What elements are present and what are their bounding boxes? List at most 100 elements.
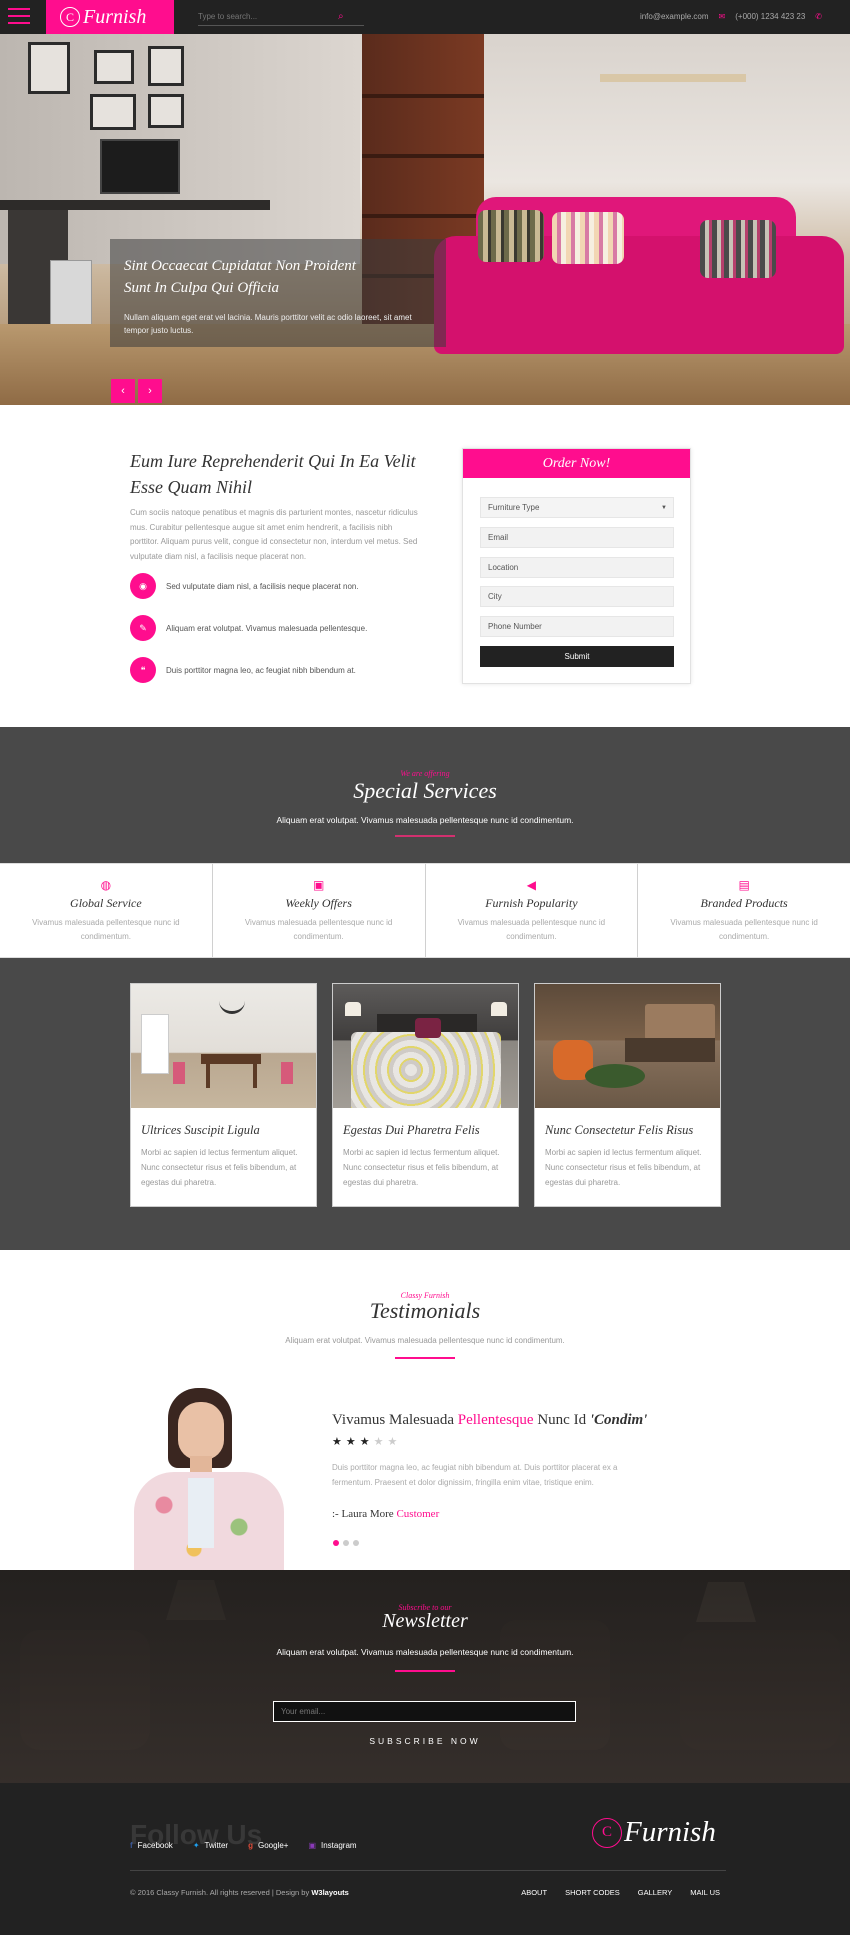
hero-monitor <box>100 139 180 194</box>
star-icon: ★ <box>387 1436 402 1448</box>
phone-icon: ✆ <box>815 12 822 21</box>
footer-nav-gallery[interactable]: GALLERY <box>638 1888 672 1897</box>
footer-logo[interactable]: C Furnish <box>592 1816 716 1849</box>
city-field[interactable]: City <box>480 586 674 607</box>
logo-text: Furnish <box>624 1816 716 1848</box>
designer-link[interactable]: W3layouts <box>311 1888 349 1897</box>
copyright: © 2016 Classy Furnish. All rights reserv… <box>130 1888 349 1897</box>
pencil-icon: ✎ <box>130 615 156 641</box>
divider <box>395 835 455 837</box>
footer-divider <box>130 1870 726 1871</box>
googleplus-icon: g <box>248 1841 253 1850</box>
submit-button[interactable]: Submit <box>480 646 674 667</box>
social-link-twitter[interactable]: ✦ Twitter <box>193 1841 228 1850</box>
social-links: f Facebook ✦ Twitter g Google+ ▣ Instagram <box>130 1841 357 1850</box>
star-icon: ★ <box>345 1436 360 1448</box>
social-link-googleplus[interactable]: g Google+ <box>248 1841 288 1850</box>
header-email[interactable]: info@example.com <box>640 12 709 21</box>
footer-nav-short-codes[interactable]: SHORT CODES <box>565 1888 620 1897</box>
wall-frame <box>148 94 184 128</box>
star-icon: ★ <box>359 1436 374 1448</box>
newsletter-email-input[interactable] <box>273 1701 576 1722</box>
megaphone-icon: ◀ <box>526 878 536 892</box>
twitter-icon: ✦ <box>192 1841 200 1850</box>
wall-frame <box>148 46 184 86</box>
rating-stars: ★★★★★ <box>332 1435 401 1448</box>
hero-text: Nullam aliquam eget erat vel lacinia. Ma… <box>124 313 412 335</box>
gallery-card[interactable]: Ultrices Suscipit Ligula Morbi ac sapien… <box>130 983 317 1207</box>
email-field[interactable]: Email <box>480 527 674 548</box>
furniture-type-select[interactable]: Furniture Type ▼ <box>480 497 674 518</box>
subscribe-button[interactable]: SUBSCRIBE NOW <box>0 1736 850 1746</box>
footer-nav-about[interactable]: ABOUT <box>521 1888 547 1897</box>
pager-dot[interactable] <box>353 1540 359 1546</box>
service-item: ▤ Branded Products Vivamus malesuada pel… <box>638 864 850 957</box>
order-title: Order Now! <box>463 449 690 478</box>
divider <box>395 1357 455 1359</box>
about-heading: Eum Iure Reprehenderit Qui In Ea Velit Es… <box>130 451 416 497</box>
wall-frame <box>28 42 70 94</box>
about-paragraph: Cum sociis natoque penatibus et magnis d… <box>130 508 418 561</box>
newsletter-title: Newsletter <box>382 1610 468 1632</box>
gift-icon: ▣ <box>312 878 325 892</box>
services-subtitle: Aliquam erat volutpat. Vivamus malesuada… <box>276 815 574 825</box>
testimonial-author: :- Laura More Customer <box>332 1508 440 1520</box>
testimonial-quote: Vivamus Malesuada Pellentesque Nunc Id '… <box>332 1412 648 1428</box>
chat-icon: ❝ <box>130 657 156 683</box>
phone-field[interactable]: Phone Number <box>480 616 674 637</box>
site-logo[interactable]: C Furnish <box>46 0 174 34</box>
slider-prev-button[interactable]: ‹ <box>111 379 135 403</box>
logo-text: Furnish <box>83 5 147 28</box>
lounge-image <box>535 984 720 1108</box>
search-icon[interactable]: ⌕ <box>338 11 344 22</box>
instagram-icon: ▣ <box>308 1841 316 1850</box>
customer-photo <box>130 1382 290 1570</box>
feature-item: ❝ Duis porttitor magna leo, ac feugiat n… <box>130 657 430 683</box>
mail-icon: ✉ <box>718 12 726 21</box>
wall-frame <box>94 50 134 84</box>
services-title: Special Services <box>353 778 497 803</box>
star-icon: ★ <box>332 1436 346 1448</box>
chevron-down-icon: ▼ <box>661 504 667 511</box>
facebook-icon: f <box>130 1841 133 1850</box>
service-item: ◍ Global Service Vivamus malesuada pelle… <box>0 864 213 957</box>
hero-arrows: ‹ › <box>111 379 162 403</box>
services-section: We are offering Special Services Aliquam… <box>0 727 850 863</box>
order-form: Order Now! Furniture Type ▼ Email Locatio… <box>462 448 691 684</box>
search-bar: ⌕ <box>198 8 364 26</box>
footer: Follow Us f Facebook ✦ Twitter g Google+ ▣ I… <box>0 1783 850 1935</box>
social-link-instagram[interactable]: ▣ Instagram <box>308 1841 356 1850</box>
globe-icon: ◍ <box>100 878 112 892</box>
pager-dot[interactable] <box>343 1540 349 1546</box>
top-bar: C Furnish ⌕ info@example.com ✉ (+000) 12… <box>0 0 850 34</box>
bedroom-image <box>333 984 518 1108</box>
hero-slider: Sint Occaecat Cupidatat Non Proident Sunt… <box>0 34 850 405</box>
testimonials-subtitle: Aliquam erat volutpat. Vivamus malesuada… <box>285 1336 565 1345</box>
search-input[interactable] <box>198 12 338 21</box>
header-phone[interactable]: (+000) 1234 423 23 <box>735 12 805 21</box>
testimonials-title: Testimonials <box>369 1298 481 1323</box>
testimonial-pager <box>333 1540 359 1546</box>
gallery-card[interactable]: Egestas Dui Pharetra Felis Morbi ac sapi… <box>332 983 519 1207</box>
service-item: ▣ Weekly Offers Vivamus malesuada pellen… <box>212 864 426 957</box>
feature-item: ✎ Aliquam erat volutpat. Vivamus malesua… <box>130 615 430 641</box>
hero-title: Sint Occaecat Cupidatat Non Proident Sunt… <box>124 258 356 296</box>
logo-mark: C <box>592 1817 622 1848</box>
slider-next-button[interactable]: › <box>138 379 162 403</box>
social-link-facebook[interactable]: f Facebook <box>130 1841 173 1850</box>
star-icon: ★ <box>373 1436 388 1448</box>
location-field[interactable]: Location <box>480 557 674 578</box>
testimonial-body: Duis porttitor magna leo, ac feugiat nib… <box>332 1463 618 1487</box>
newsletter-subtitle: Aliquam erat volutpat. Vivamus malesuada… <box>276 1647 574 1657</box>
header-contact: info@example.com ✉ (+000) 1234 423 23 ✆ <box>640 12 822 21</box>
dining-room-image <box>131 984 316 1108</box>
footer-nav: ABOUT SHORT CODES GALLERY MAIL US <box>521 1888 720 1897</box>
eye-icon: ◉ <box>130 573 156 599</box>
footer-nav-mail-us[interactable]: MAIL US <box>690 1888 720 1897</box>
gallery-card[interactable]: Nunc Consectetur Felis Risus Morbi ac sa… <box>534 983 721 1207</box>
pager-dot[interactable] <box>333 1540 339 1546</box>
feature-item: ◉ Sed vulputate diam nisl, a facilisis n… <box>130 573 430 599</box>
newsletter-section: Subscribe to our Newsletter Aliquam erat… <box>0 1570 850 1783</box>
hamburger-menu-icon[interactable] <box>8 8 38 26</box>
services-kicker: We are offering <box>400 769 450 778</box>
